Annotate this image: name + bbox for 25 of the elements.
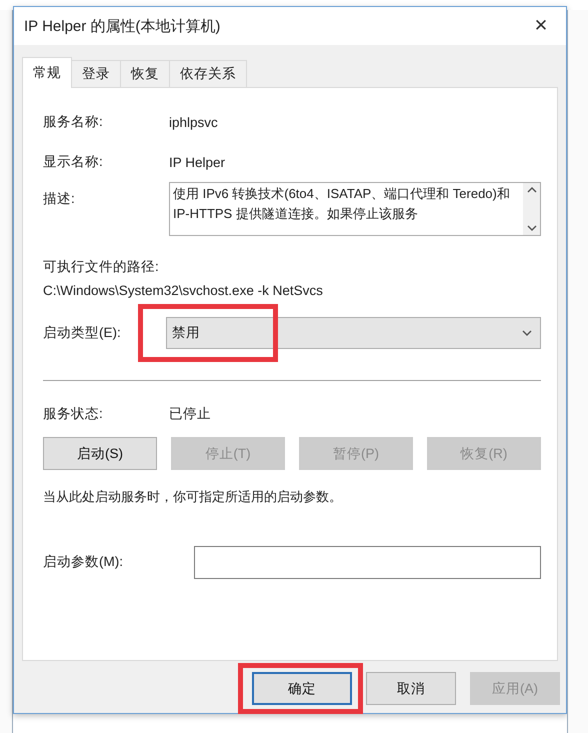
field-label: 服务名称: [43,113,104,131]
service-button[interactable]: 启动(S) [43,437,157,470]
field-label: 服务状态: [43,405,104,423]
field-label: 启动类型(E): [43,324,122,342]
field-value: IP Helper [169,154,226,170]
start-parameters-field[interactable] [194,546,541,578]
chevron-down-icon[interactable] [522,330,532,336]
scroll-up-icon[interactable] [526,187,536,193]
field-value: 已停止 [169,405,211,423]
field-label: 描述: [43,190,76,208]
field-value: iphlpsvc [169,114,218,130]
field-label: 可执行文件的路径: [43,258,160,276]
field-label: 启动参数(M): [43,553,124,571]
tab[interactable]: 依存关系 [169,60,247,87]
startup-type-dropdown[interactable]: 禁用 [166,317,541,349]
hint-text: 当从此处启动服务时，你可指定所适用的启动参数。 [43,488,343,506]
dialog-button[interactable]: 确定 [252,672,352,705]
close-button[interactable]: ✕ [526,11,556,41]
window-title: IP Helper 的属性(本地计算机) [24,16,220,36]
description-text: 使用 IPv6 转换技术(6to4、ISATAP、端口代理和 Teredo)和 IP-HTTPS 提供隧道连接。如果停止该服务 [172,185,511,223]
scroll-down-icon[interactable] [526,225,536,231]
dialog-button[interactable]: 取消 [366,672,456,705]
field-label: 显示名称: [43,153,104,171]
tab[interactable]: 常规 [22,57,72,88]
path-value: C:\Windows\System32\svchost.exe -k NetSvcs [43,282,323,298]
